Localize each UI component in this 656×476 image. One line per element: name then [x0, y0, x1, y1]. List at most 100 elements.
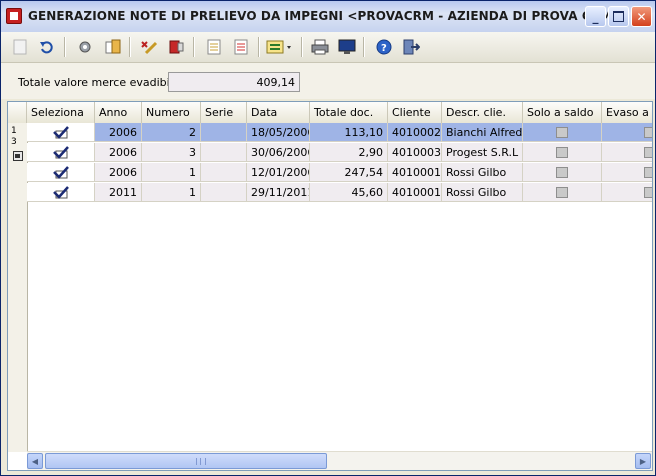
horizontal-scrollbar[interactable]: ◀ ▶ — [27, 451, 652, 470]
col-data[interactable]: Data — [247, 102, 310, 123]
evaso-a-saldo-checkbox[interactable] — [602, 123, 652, 142]
cell-totale: 247,54 — [310, 163, 388, 182]
grid-header: Seleziona Anno Numero Serie Data Totale … — [8, 102, 652, 124]
col-solo-a-saldo[interactable]: Solo a saldo — [523, 102, 602, 123]
monitor-preview-icon[interactable] — [337, 37, 357, 57]
cell-anno: 2006 — [95, 143, 142, 162]
cell-totale: 45,60 — [310, 183, 388, 202]
page-red-icon[interactable] — [231, 37, 251, 57]
table-row[interactable]: 2006 2 18/05/2006 113,10 4010002 Bianchi… — [27, 123, 652, 143]
checkmark-icon — [52, 186, 69, 199]
col-seleziona[interactable]: Seleziona — [27, 102, 95, 123]
minimize-icon: _ — [592, 9, 599, 24]
unchecked-box-icon — [556, 147, 568, 158]
table-row[interactable]: 2011 1 29/11/2011 45,60 4010001 Rossi Gi… — [27, 183, 652, 203]
cell-totale: 113,10 — [310, 123, 388, 142]
undo-icon[interactable] — [37, 37, 57, 57]
cell-descr: Bianchi Alfredo — [442, 123, 523, 142]
solo-a-saldo-checkbox[interactable] — [523, 183, 602, 202]
window-title: GENERAZIONE NOTE DI PRELIEVO DA IMPEGNI … — [28, 9, 623, 23]
cell-numero: 1 — [142, 183, 201, 202]
document-folder-icon[interactable] — [103, 37, 123, 57]
svg-text:?: ? — [381, 43, 387, 54]
checkmark-icon — [52, 146, 69, 159]
book-export-icon[interactable] — [166, 37, 186, 57]
unchecked-box-icon — [644, 127, 652, 138]
col-descr-clie[interactable]: Descr. clie. — [442, 102, 523, 123]
title-bar[interactable]: GENERAZIONE NOTE DI PRELIEVO DA IMPEGNI … — [1, 1, 655, 33]
app-icon — [6, 8, 22, 24]
unchecked-box-icon — [556, 187, 568, 198]
page-icon[interactable] — [204, 37, 224, 57]
evaso-a-saldo-checkbox[interactable] — [602, 143, 652, 162]
cell-numero: 1 — [142, 163, 201, 182]
main-window: GENERAZIONE NOTE DI PRELIEVO DA IMPEGNI … — [0, 0, 656, 476]
col-anno[interactable]: Anno — [95, 102, 142, 123]
cell-cliente: 4010003 — [388, 143, 442, 162]
checkmark-icon — [52, 166, 69, 179]
minimize-button[interactable]: _ — [585, 6, 606, 27]
cell-data: 12/01/2006 — [247, 163, 310, 182]
solo-a-saldo-checkbox[interactable] — [523, 143, 602, 162]
summary-panel: Totale valore merce evadibile 409,14 — [1, 63, 655, 99]
scroll-left-button[interactable]: ◀ — [27, 453, 43, 469]
list-view-icon[interactable] — [265, 37, 295, 57]
edit-check-icon[interactable] — [139, 37, 159, 57]
cell-anno: 2011 — [95, 183, 142, 202]
unchecked-box-icon — [644, 167, 652, 178]
select-checkbox[interactable] — [27, 163, 95, 182]
scroll-thumb[interactable] — [45, 453, 327, 469]
cell-descr: Rossi Gilbo — [442, 183, 523, 202]
unchecked-box-icon — [556, 167, 568, 178]
cell-totale: 2,90 — [310, 143, 388, 162]
cell-serie — [201, 123, 247, 142]
cell-descr: Rossi Gilbo — [442, 163, 523, 182]
unchecked-box-icon — [556, 127, 568, 138]
cell-anno: 2006 — [95, 123, 142, 142]
select-checkbox[interactable] — [27, 183, 95, 202]
select-checkbox[interactable] — [27, 143, 95, 162]
unchecked-box-icon — [644, 147, 652, 158]
record-pointer-icon — [13, 151, 23, 161]
solo-a-saldo-checkbox[interactable] — [523, 163, 602, 182]
cell-data: 18/05/2006 — [247, 123, 310, 142]
print-icon[interactable] — [310, 37, 330, 57]
cell-cliente: 4010002 — [388, 123, 442, 142]
solo-a-saldo-checkbox[interactable] — [523, 123, 602, 142]
close-button[interactable]: ✕ — [631, 6, 652, 27]
toolbar: ? — [1, 32, 655, 63]
maximize-button[interactable] — [608, 6, 629, 27]
cell-descr: Progest S.R.L — [442, 143, 523, 162]
evaso-a-saldo-checkbox[interactable] — [602, 163, 652, 182]
arrow-right-icon: ▶ — [639, 456, 647, 466]
settings-gear-icon[interactable] — [75, 37, 95, 57]
col-numero[interactable]: Numero — [142, 102, 201, 123]
col-totale-doc[interactable]: Totale doc. — [310, 102, 388, 123]
cell-data: 30/06/2006 — [247, 143, 310, 162]
total-value-field: 409,14 — [168, 72, 300, 92]
cell-cliente: 4010001 — [388, 183, 442, 202]
cell-numero: 2 — [142, 123, 201, 142]
row-counter-current: 1 — [11, 126, 17, 136]
close-icon: ✕ — [636, 9, 647, 24]
select-checkbox[interactable] — [27, 123, 95, 142]
new-doc-icon[interactable] — [10, 37, 30, 57]
exit-icon[interactable] — [401, 37, 421, 57]
cell-data: 29/11/2011 — [247, 183, 310, 202]
row-header-corner — [8, 102, 27, 123]
col-cliente[interactable]: Cliente — [388, 102, 442, 123]
table-row[interactable]: 2006 3 30/06/2006 2,90 4010003 Progest S… — [27, 143, 652, 163]
table-row[interactable]: 2006 1 12/01/2006 247,54 4010001 Rossi G… — [27, 163, 652, 183]
cell-serie — [201, 163, 247, 182]
checkmark-icon — [52, 126, 69, 139]
cell-cliente: 4010001 — [388, 163, 442, 182]
evaso-a-saldo-checkbox[interactable] — [602, 183, 652, 202]
cell-serie — [201, 143, 247, 162]
help-icon[interactable]: ? — [374, 37, 394, 57]
col-serie[interactable]: Serie — [201, 102, 247, 123]
row-counter-total: 3 — [11, 137, 17, 147]
scroll-right-button[interactable]: ▶ — [635, 453, 651, 469]
col-evaso-a-saldo[interactable]: Evaso a s — [602, 102, 652, 123]
row-header-column: 1 3 — [8, 123, 28, 452]
cell-anno: 2006 — [95, 163, 142, 182]
